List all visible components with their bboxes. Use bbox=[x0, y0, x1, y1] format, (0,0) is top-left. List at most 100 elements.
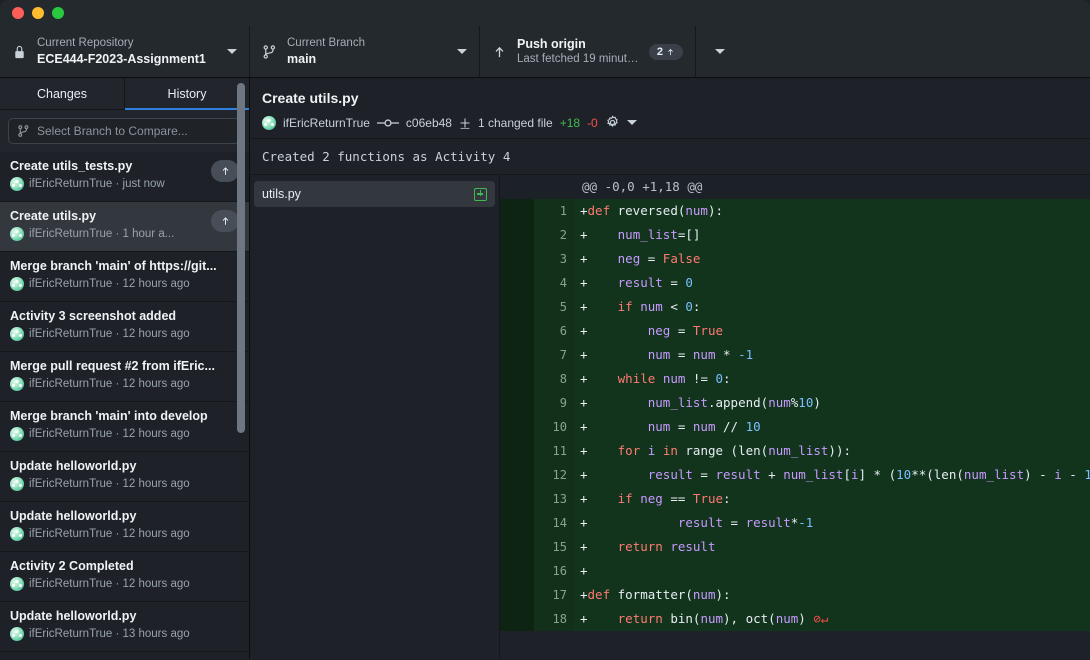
diff-line-code: + num = num // 10 bbox=[574, 415, 1090, 439]
branch-compare-placeholder: Select Branch to Compare... bbox=[37, 124, 188, 138]
current-repository-value: ECE444-F2023-Assignment1 bbox=[37, 52, 206, 66]
avatar bbox=[10, 527, 24, 541]
avatar bbox=[10, 327, 24, 341]
commit-item-author: ifEricReturnTrue · 12 hours ago bbox=[29, 478, 190, 490]
commit-list-item[interactable]: Activity 2 Completed ifEricReturnTrue · 1… bbox=[0, 552, 249, 602]
window-maximize-button[interactable] bbox=[52, 7, 64, 19]
code-token: num bbox=[647, 347, 671, 362]
code-token: : bbox=[723, 491, 731, 506]
file-added-icon bbox=[474, 187, 487, 201]
chevron-down-icon[interactable] bbox=[626, 120, 637, 125]
commit-list-item[interactable]: Update helloworld.pyifEricReturnTrue · 1… bbox=[0, 502, 249, 552]
commit-sha[interactable]: c06eb48 bbox=[406, 116, 452, 130]
commit-detail-meta: ifEricReturnTrue c06eb48 1 changed file … bbox=[262, 115, 1078, 130]
chevron-down-icon bbox=[457, 49, 467, 54]
current-branch-button[interactable]: Current Branch main bbox=[250, 26, 480, 77]
commit-detail-header: Create utils.py ifEricReturnTrue c06eb48… bbox=[250, 78, 1090, 139]
commit-list-item[interactable]: Activity 3 screenshot added ifEricReturnT… bbox=[0, 302, 249, 352]
code-token: True bbox=[692, 323, 724, 338]
diff-viewer[interactable]: @@ -0,0 +1,18 @@ 1 +def reversed(num): 2 + … bbox=[500, 175, 1090, 659]
commit-list-item[interactable]: Update helloworld.py ifEricReturnTrue · 1… bbox=[0, 602, 249, 652]
commit-item-author: ifEricReturnTrue · 13 hours ago bbox=[29, 628, 190, 640]
push-options-dropdown[interactable] bbox=[695, 26, 743, 77]
code-token: result bbox=[715, 467, 761, 482]
diff-line-number: 10 bbox=[534, 415, 574, 439]
gear-icon[interactable] bbox=[605, 115, 620, 130]
commit-list-item[interactable]: Update helloworld.pyifEricReturnTrue · 1… bbox=[0, 452, 249, 502]
commit-item-author: ifEricReturnTrue · 12 hours ago bbox=[29, 428, 190, 440]
tab-history[interactable]: History bbox=[125, 78, 249, 110]
code-token: // bbox=[715, 419, 746, 434]
diff-line-sign: + bbox=[580, 611, 588, 626]
ahead-count: 2 bbox=[656, 45, 663, 58]
commit-item-meta: ifEricReturnTrue · 12 hours ago bbox=[10, 327, 239, 341]
branch-compare-input[interactable]: Select Branch to Compare... bbox=[8, 118, 241, 144]
code-token: num bbox=[775, 611, 799, 626]
app-toolbar: Current Repository ECE444-F2023-Assignme… bbox=[0, 26, 1090, 78]
diff-line: 14 + result = result*-1 bbox=[500, 511, 1090, 535]
code-token: = bbox=[670, 323, 693, 338]
code-token: = bbox=[670, 419, 693, 434]
changed-file-list[interactable]: utils.py bbox=[250, 175, 500, 659]
diff-line: 12 + result = result + num_list[i] * (10*… bbox=[500, 463, 1090, 487]
commit-item-meta: ifEricReturnTrue · 12 hours ago bbox=[10, 277, 239, 291]
code-token: in bbox=[662, 443, 678, 458]
code-token: result bbox=[670, 539, 716, 554]
commit-list[interactable]: Create utils_tests.py ifEricReturnTrue · … bbox=[0, 152, 249, 659]
code-token: num_list bbox=[647, 395, 708, 410]
code-token: - bbox=[1061, 467, 1085, 482]
commit-list-item[interactable]: Merge branch 'main' of https://git... ifE… bbox=[0, 252, 249, 302]
code-token: )): bbox=[828, 443, 851, 458]
code-token: num bbox=[692, 347, 716, 362]
current-repository-button[interactable]: Current Repository ECE444-F2023-Assignme… bbox=[0, 26, 250, 77]
diff-line: 7 + num = num * -1 bbox=[500, 343, 1090, 367]
sidebar-scrollbar[interactable] bbox=[234, 78, 248, 659]
code-token: ), oct( bbox=[723, 611, 776, 626]
code-token: False bbox=[662, 251, 701, 266]
window-close-button[interactable] bbox=[12, 7, 24, 19]
commit-list-item[interactable]: Merge branch 'main' into develop ifEricRe… bbox=[0, 402, 249, 452]
deletions-count: -0 bbox=[587, 115, 598, 130]
code-token: -1 bbox=[738, 347, 754, 362]
current-branch-label: Current Branch bbox=[287, 37, 365, 49]
commit-list-item[interactable]: Create utils.py ifEricReturnTrue · 1 hour… bbox=[0, 202, 249, 252]
code-token: ): bbox=[715, 587, 731, 602]
commit-item-texts: Merge pull request #2 from ifEric... ifEr… bbox=[10, 358, 239, 391]
commit-list-item[interactable]: Merge pull request #2 from ifEric... ifEr… bbox=[0, 352, 249, 402]
code-token: 10 bbox=[798, 395, 814, 410]
code-token: ⊘↵ bbox=[813, 611, 829, 626]
diff-line-gutter bbox=[500, 439, 534, 463]
code-token: == bbox=[662, 491, 693, 506]
commit-item-author: ifEricReturnTrue · 12 hours ago bbox=[29, 378, 190, 390]
diff-line-code: + return result bbox=[574, 535, 1090, 559]
commit-list-item[interactable]: Create utils_tests.py ifEricReturnTrue · … bbox=[0, 152, 249, 202]
commit-item-author: ifEricReturnTrue · 12 hours ago bbox=[29, 528, 190, 540]
window-minimize-button[interactable] bbox=[32, 7, 44, 19]
tab-changes[interactable]: Changes bbox=[0, 78, 125, 109]
diff-line-gutter bbox=[500, 415, 534, 439]
diff-line-sign: + bbox=[580, 299, 588, 314]
avatar bbox=[10, 177, 24, 191]
git-branch-icon bbox=[17, 124, 30, 138]
commit-list-item[interactable]: Update helloworld.pyifEricReturnTrue · 1… bbox=[0, 652, 249, 659]
sidebar-scrollbar-thumb[interactable] bbox=[237, 83, 245, 433]
commit-item-title: Merge branch 'main' into develop bbox=[10, 409, 208, 423]
code-token: 0 bbox=[715, 371, 724, 386]
commit-author: ifEricReturnTrue bbox=[283, 115, 370, 130]
commit-item-title: Update helloworld.py bbox=[10, 609, 137, 623]
code-token: num_list bbox=[783, 467, 844, 482]
diff-line-number: 9 bbox=[534, 391, 574, 415]
commit-item-title: Activity 3 screenshot added bbox=[10, 309, 177, 323]
push-origin-button[interactable]: Push origin Last fetched 19 minutes ... … bbox=[480, 26, 695, 77]
commit-item-author: ifEricReturnTrue · just now bbox=[29, 178, 165, 190]
current-branch-value: main bbox=[287, 52, 317, 66]
file-row-utils-py[interactable]: utils.py bbox=[254, 181, 495, 207]
code-token: return bbox=[617, 611, 663, 626]
diff-line-code: + neg = False bbox=[574, 247, 1090, 271]
code-token: 10 bbox=[896, 467, 912, 482]
diff-line-sign: + bbox=[580, 419, 588, 434]
